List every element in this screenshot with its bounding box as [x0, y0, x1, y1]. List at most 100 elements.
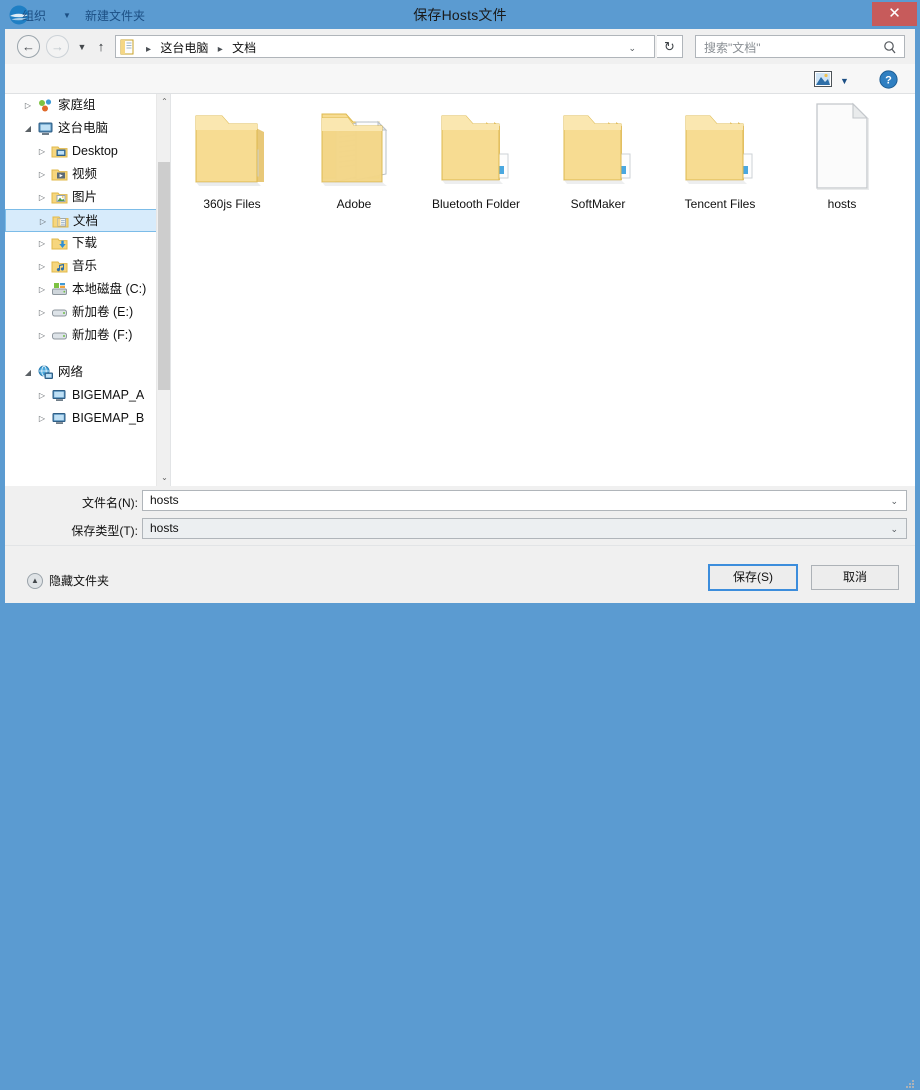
expander-closed-icon[interactable]: ▷ — [35, 384, 49, 407]
close-button[interactable]: ✕ — [872, 2, 917, 26]
file-item[interactable]: Bluetooth Folder — [420, 98, 532, 212]
sidebar-item-[interactable]: ▷ 音乐 — [5, 255, 157, 278]
sidebar-item-label: 这台电脑 — [58, 121, 109, 135]
sidebar-item-label: 网络 — [58, 365, 84, 379]
folder-icon — [298, 113, 410, 197]
savetype-select[interactable]: hosts ⌄ — [142, 518, 907, 539]
filename-value: hosts — [150, 493, 179, 507]
music-folder-icon — [51, 258, 68, 275]
file-item[interactable]: SoftMaker — [542, 98, 654, 212]
refresh-button[interactable]: ↻ — [657, 35, 683, 58]
network-icon — [37, 364, 54, 381]
folder-icon — [664, 115, 776, 197]
resize-grip[interactable] — [906, 1080, 916, 1090]
file-item-label: SoftMaker — [570, 197, 626, 211]
sidebar-item-label: 下载 — [72, 236, 98, 250]
back-button[interactable]: ← — [17, 35, 40, 58]
breadcrumb-item-0[interactable]: 这台电脑 — [160, 41, 208, 55]
sidebar-item-label: 家庭组 — [58, 98, 96, 112]
sidebar-item-label: 音乐 — [72, 259, 98, 273]
expander-closed-icon[interactable]: ▷ — [35, 186, 49, 209]
file-item-label: Adobe — [336, 197, 372, 211]
breadcrumb: ▸ 这台电脑 ▸ 文档 — [140, 39, 256, 56]
sidebar-item-label: Desktop — [72, 144, 118, 158]
sidebar-item-bigemap_a[interactable]: ▷ BIGEMAP_A — [5, 384, 157, 407]
search-icon — [883, 40, 897, 55]
breadcrumb-address-field[interactable]: ▸ 这台电脑 ▸ 文档 ⌄ — [115, 35, 655, 58]
sidebar-item-[interactable]: ▷ 视频 — [5, 163, 157, 186]
filename-label: 文件名(N): — [82, 496, 138, 510]
file-item[interactable]: 360js Files — [176, 98, 288, 212]
savetype-label: 保存类型(T): — [71, 524, 138, 538]
chevron-down-icon[interactable]: ⌄ — [628, 43, 636, 54]
sidebar-item-[interactable]: ◢ 这台电脑 — [5, 117, 157, 140]
forward-button[interactable]: → — [46, 35, 69, 58]
chevron-down-icon[interactable]: ⌄ — [890, 524, 898, 535]
history-dropdown-caret-icon[interactable]: ▼ — [75, 41, 89, 53]
sidebar-item-[interactable]: ▷ 文档 — [5, 209, 157, 232]
expander-closed-icon[interactable]: ▷ — [35, 301, 49, 324]
new-folder-button[interactable]: 新建文件夹 — [85, 7, 145, 24]
view-pane-icon[interactable] — [813, 70, 833, 88]
breadcrumb-item-1[interactable]: 文档 — [232, 41, 256, 55]
expander-open-icon[interactable]: ◢ — [21, 361, 35, 384]
chevron-down-icon[interactable]: ⌄ — [890, 496, 898, 507]
dialog-content: ▷ 家庭组 ◢ 这台电脑 ▷ Desktop ▷ 视频 ▷ 图片 ▷ 文档 ▷ 下载 ▷ 音乐 ▷ 本地磁盘 (C… — [5, 94, 915, 486]
up-one-level-button[interactable]: ↑ — [93, 38, 109, 56]
scroll-down-button[interactable]: ⌄ — [157, 470, 170, 486]
sidebar-item-c[interactable]: ▷ 本地磁盘 (C:) — [5, 278, 157, 301]
sidebar-item-bigemap_b[interactable]: ▷ BIGEMAP_B — [5, 407, 157, 430]
expander-open-icon[interactable]: ◢ — [21, 117, 35, 140]
computer-icon — [37, 120, 54, 137]
downloads-folder-icon — [51, 235, 68, 252]
chevron-up-icon[interactable]: ▲ — [27, 573, 43, 589]
sidebar-scrollbar[interactable]: ⌃ ⌄ — [156, 94, 170, 486]
navigation-tree: ▷ 家庭组 ◢ 这台电脑 ▷ Desktop ▷ 视频 ▷ 图片 ▷ 文档 ▷ 下载 ▷ 音乐 ▷ 本地磁盘 (C… — [5, 94, 157, 430]
hide-folders-label: 隐藏文件夹 — [49, 574, 110, 588]
sidebar-item-[interactable]: ◢ 网络 — [5, 361, 157, 384]
save-file-dialog-window: 保存Hosts文件 ✕ ← → ▼ ↑ ▸ 这台电脑 ▸ 文档 ⌄ ↻ 搜索"文… — [0, 0, 920, 1088]
expander-closed-icon[interactable]: ▷ — [35, 407, 49, 430]
scroll-up-button[interactable]: ⌃ — [157, 94, 170, 110]
file-item[interactable]: Tencent Files — [664, 98, 776, 212]
file-list-pane[interactable]: 360js Files Adobe Bluetooth Folder SoftMake… — [172, 94, 915, 486]
file-item-label: 360js Files — [203, 197, 261, 211]
navigation-sidebar: ▷ 家庭组 ◢ 这台电脑 ▷ Desktop ▷ 视频 ▷ 图片 ▷ 文档 ▷ 下载 ▷ 音乐 ▷ 本地磁盘 (C… — [5, 94, 171, 486]
sidebar-item-f[interactable]: ▷ 新加卷 (F:) — [5, 324, 157, 347]
folder-icon — [420, 115, 532, 197]
chevron-down-icon[interactable]: ▼ — [840, 76, 849, 86]
pictures-folder-icon — [51, 189, 68, 206]
sidebar-item-desktop[interactable]: ▷ Desktop — [5, 140, 157, 163]
expander-closed-icon[interactable]: ▷ — [35, 278, 49, 301]
sidebar-item-[interactable]: ▷ 下载 — [5, 232, 157, 255]
file-item-label: hosts — [827, 197, 857, 211]
organize-button[interactable]: 组织 — [22, 7, 46, 24]
expander-closed-icon[interactable]: ▷ — [35, 324, 49, 347]
folder-icon — [542, 115, 654, 197]
expander-closed-icon[interactable]: ▷ — [35, 163, 49, 186]
file-icon — [786, 102, 898, 197]
file-item[interactable]: Adobe — [298, 98, 410, 212]
drive-icon — [51, 304, 68, 321]
scrollbar-thumb[interactable] — [158, 162, 170, 390]
videos-folder-icon — [51, 166, 68, 183]
sidebar-item-label: BIGEMAP_B — [72, 411, 145, 425]
chevron-down-icon[interactable]: ▼ — [63, 11, 71, 20]
expander-closed-icon[interactable]: ▷ — [21, 94, 35, 117]
expander-closed-icon[interactable]: ▷ — [35, 232, 49, 255]
breadcrumb-separator-icon: ▸ — [217, 44, 223, 55]
expander-closed-icon[interactable]: ▷ — [35, 255, 49, 278]
dialog-footer: ▲ 隐藏文件夹 保存(S) 取消 — [5, 545, 915, 1088]
expander-closed-icon[interactable]: ▷ — [36, 210, 50, 233]
save-button[interactable]: 保存(S) — [708, 564, 798, 591]
sidebar-item-e[interactable]: ▷ 新加卷 (E:) — [5, 301, 157, 324]
filename-input[interactable]: hosts ⌄ — [142, 490, 907, 511]
file-item[interactable]: hosts — [786, 98, 898, 212]
search-input[interactable]: 搜索"文档" — [695, 35, 905, 58]
sidebar-item-[interactable]: ▷ 图片 — [5, 186, 157, 209]
sidebar-item-[interactable]: ▷ 家庭组 — [5, 94, 157, 117]
documents-folder-icon — [52, 213, 69, 230]
help-button[interactable]: ? — [879, 70, 898, 89]
cancel-button[interactable]: 取消 — [811, 565, 899, 590]
expander-closed-icon[interactable]: ▷ — [35, 140, 49, 163]
